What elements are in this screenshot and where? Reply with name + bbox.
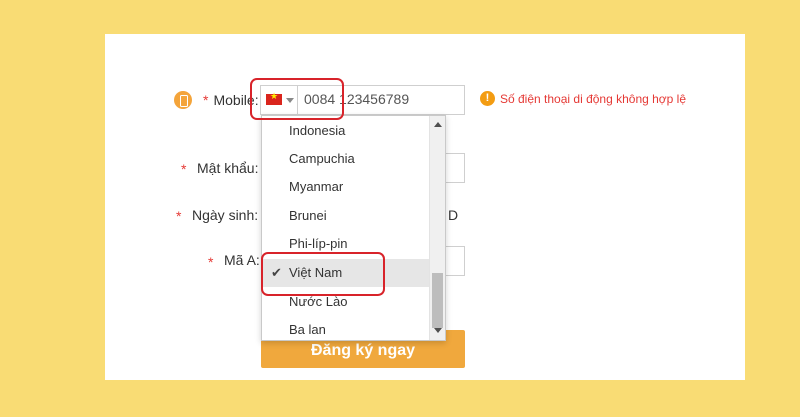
phone-error-message: Số điện thoại di động không hợp lệ — [500, 92, 687, 106]
dropdown-scrollbar[interactable] — [429, 116, 445, 340]
scroll-down-arrow-icon[interactable] — [434, 328, 442, 333]
required-mark: * — [208, 254, 214, 270]
country-option-campuchia[interactable]: Campuchia — [262, 145, 429, 173]
warning-circle-icon: ! — [480, 91, 495, 106]
captcha-label: Mã A: — [224, 252, 260, 268]
scroll-up-arrow-icon[interactable] — [434, 122, 442, 127]
country-option-brunei[interactable]: Brunei — [262, 202, 429, 230]
dob-label: Ngày sinh: — [192, 207, 259, 223]
country-option-myanmar[interactable]: Myanmar — [262, 173, 429, 201]
annotation-box-flag-selector — [250, 78, 344, 120]
country-option-indonesia[interactable]: Indonesia — [262, 117, 429, 145]
phone-icon — [174, 91, 192, 109]
country-option-poland[interactable]: Ba lan — [262, 316, 429, 340]
required-mark: * — [176, 208, 182, 224]
annotation-box-vietnam-option — [261, 252, 385, 296]
required-mark: * — [203, 92, 209, 108]
scrollbar-thumb[interactable] — [432, 273, 443, 328]
dob-format-hint: D — [448, 207, 459, 223]
required-mark: * — [181, 161, 187, 177]
country-dropdown-list[interactable]: Indonesia Campuchia Myanmar Brunei Phi-l… — [261, 115, 446, 341]
password-label: Mật khẩu: — [197, 160, 259, 176]
